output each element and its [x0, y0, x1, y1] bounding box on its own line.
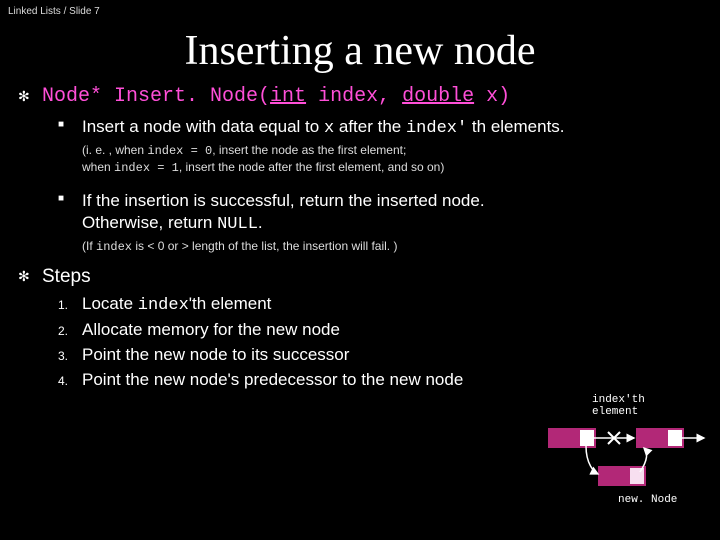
linked-list-diagram: index'th element new. Node	[528, 394, 708, 504]
sig-keyword-int: int	[270, 85, 306, 108]
code-fragment: index'	[406, 119, 467, 138]
bullet-text: If the insertion is successful, return t…	[82, 190, 485, 236]
step-4: 4. Point the new node's predecessor to t…	[58, 370, 720, 390]
slide-title: Inserting a new node	[0, 27, 720, 75]
pointer-box	[580, 430, 594, 446]
step-number: 1.	[58, 298, 82, 312]
text-fragment: , insert the node after the first elemen…	[179, 160, 444, 174]
asterisk-icon: ✻	[18, 265, 32, 287]
text-fragment: (i. e. , when	[82, 143, 147, 157]
code-fragment: index	[138, 296, 189, 315]
diagram-label-indexth: index'th element	[592, 394, 645, 418]
breadcrumb: Linked Lists / Slide 7	[0, 0, 720, 23]
asterisk-icon: ✻	[18, 85, 32, 107]
steps-header: Steps	[42, 265, 91, 289]
square-bullet-icon: ■	[58, 116, 68, 134]
signature-row: ✻ Node* Insert. Node(int index, double x…	[0, 85, 720, 108]
step-text: Point the new node to its successor	[82, 345, 349, 365]
note-fail-condition: (If index is < 0 or > length of the list…	[0, 238, 720, 255]
text-fragment: .	[258, 213, 263, 232]
step-3: 3. Point the new node to its successor	[58, 345, 720, 365]
bullet-text: Insert a node with data equal to x after…	[82, 116, 565, 140]
bullet-insert: ■ Insert a node with data equal to x aft…	[0, 116, 720, 140]
text-fragment: Locate	[82, 294, 138, 313]
pointer-box	[668, 430, 682, 446]
function-signature: Node* Insert. Node(int index, double x)	[42, 85, 510, 108]
step-number: 4.	[58, 374, 82, 388]
square-bullet-icon: ■	[58, 190, 68, 208]
sig-pre: Node* Insert. Node(	[42, 85, 270, 108]
text-fragment: , insert the node as the first element;	[212, 143, 406, 157]
code-fragment: x	[324, 119, 334, 138]
step-number: 2.	[58, 324, 82, 338]
code-fragment: index	[96, 240, 132, 254]
step-text: Allocate memory for the new node	[82, 320, 340, 340]
node-new	[598, 466, 646, 486]
pointer-box	[630, 468, 644, 484]
text-fragment: (If	[82, 239, 96, 253]
steps-header-row: ✻ Steps	[0, 265, 720, 289]
text-fragment: 'th element	[189, 294, 272, 313]
text-fragment: when	[82, 160, 114, 174]
diagram-label-newnode: new. Node	[618, 494, 677, 506]
step-1: 1. Locate index'th element	[58, 294, 720, 315]
text-fragment: is < 0 or > length of the list, the inse…	[132, 239, 397, 253]
text-fragment: Otherwise, return	[82, 213, 217, 232]
step-2: 2. Allocate memory for the new node	[58, 320, 720, 340]
note-index-meaning: (i. e. , when index = 0, insert the node…	[0, 142, 720, 176]
text-fragment: after the	[334, 117, 406, 136]
node-successor	[636, 428, 684, 448]
steps-list: 1. Locate index'th element 2. Allocate m…	[0, 294, 720, 390]
step-text: Locate index'th element	[82, 294, 271, 315]
code-fragment: NULL	[217, 215, 258, 234]
sig-mid: index,	[306, 85, 402, 108]
step-number: 3.	[58, 349, 82, 363]
text-fragment: If the insertion is successful, return t…	[82, 191, 485, 210]
text-fragment: th elements.	[467, 117, 564, 136]
step-text: Point the new node's predecessor to the …	[82, 370, 463, 390]
node-indexth	[548, 428, 596, 448]
bullet-return: ■ If the insertion is successful, return…	[0, 190, 720, 236]
sig-post: x)	[474, 85, 510, 108]
code-fragment: index = 0	[147, 144, 212, 158]
text-fragment: Insert a node with data equal to	[82, 117, 324, 136]
code-fragment: index = 1	[114, 161, 179, 175]
sig-keyword-double: double	[402, 85, 474, 108]
